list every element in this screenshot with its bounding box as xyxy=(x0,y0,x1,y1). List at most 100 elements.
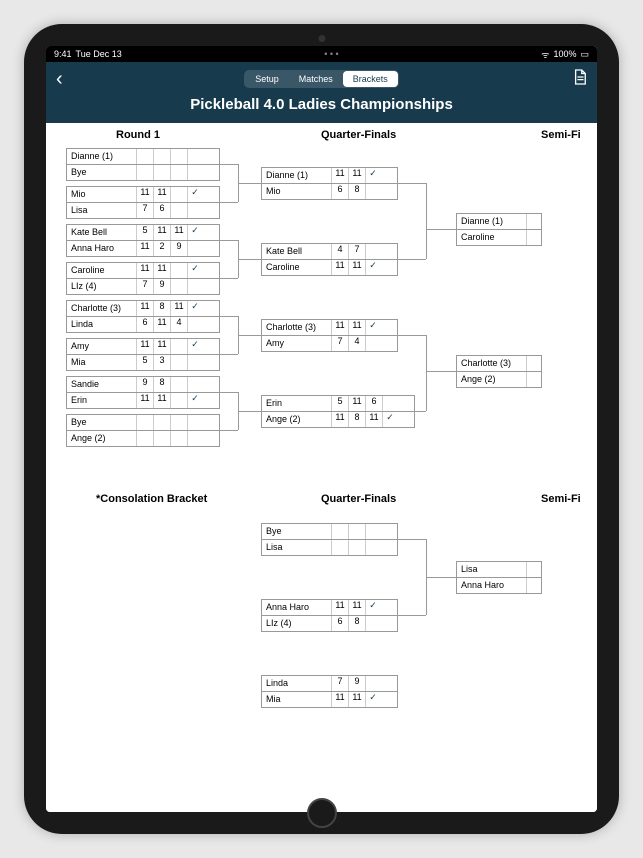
winner-check xyxy=(188,149,202,164)
column-round1: Round 1 xyxy=(116,129,160,141)
match-sf-2[interactable]: Charlotte (3)Ange (2) xyxy=(456,355,542,388)
score-cell: 11 xyxy=(332,412,349,427)
score-cell: 11 xyxy=(366,412,383,427)
battery-icon: ▭ xyxy=(580,49,589,60)
score-cell xyxy=(349,540,366,555)
player-name: Erin xyxy=(262,396,332,411)
match-r1-6[interactable]: Amy1111✓Mia53 xyxy=(66,338,220,371)
bracket-line xyxy=(238,335,261,336)
player-name: Anna Haro xyxy=(67,241,137,256)
score-cell xyxy=(171,339,188,354)
winner-check xyxy=(527,230,541,245)
score-cell: 11 xyxy=(332,260,349,275)
match-cons-qf-1[interactable]: ByeLisa xyxy=(261,523,398,556)
back-button[interactable]: ‹ xyxy=(56,68,76,91)
match-r1-3[interactable]: Kate Bell51111✓Anna Haro1129 xyxy=(66,224,220,257)
winner-check xyxy=(188,241,202,256)
winner-check xyxy=(366,540,380,555)
winner-check xyxy=(188,415,202,430)
score-cell: 11 xyxy=(137,263,154,278)
match-r1-7[interactable]: Sandie98Erin1111✓ xyxy=(66,376,220,409)
score-cell: 11 xyxy=(154,263,171,278)
bracket-line xyxy=(426,335,427,411)
player-name: Dianne (1) xyxy=(457,214,527,229)
score-cell: 11 xyxy=(332,320,349,335)
score-cell: 11 xyxy=(171,301,188,316)
match-r1-2[interactable]: Mio1111✓Lisa76 xyxy=(66,186,220,219)
winner-check xyxy=(366,616,380,631)
score-cell xyxy=(137,431,154,446)
winner-check xyxy=(366,244,380,259)
winner-check: ✓ xyxy=(188,225,202,240)
score-cell: 11 xyxy=(349,396,366,411)
match-r1-1[interactable]: Dianne (1)Bye xyxy=(66,148,220,181)
winner-check: ✓ xyxy=(366,600,380,615)
winner-check xyxy=(383,396,397,411)
winner-check xyxy=(527,372,541,387)
player-name: Linda xyxy=(67,317,137,332)
winner-check: ✓ xyxy=(188,301,202,316)
score-cell: 6 xyxy=(154,203,171,218)
bracket-line xyxy=(396,183,426,184)
column-semifinals: Semi-Fi xyxy=(541,129,581,141)
score-cell xyxy=(137,165,154,180)
player-name: LIz (4) xyxy=(262,616,332,631)
winner-check: ✓ xyxy=(383,412,397,427)
winner-check: ✓ xyxy=(366,320,380,335)
document-icon[interactable] xyxy=(567,69,587,90)
winner-check xyxy=(527,356,541,371)
camera xyxy=(318,35,325,42)
match-r1-4[interactable]: Caroline1111✓LIz (4)79 xyxy=(66,262,220,295)
tab-setup[interactable]: Setup xyxy=(245,71,289,87)
player-name: Dianne (1) xyxy=(67,149,137,164)
match-cons-sf-1[interactable]: LisaAnna Haro xyxy=(456,561,542,594)
player-name: Charlotte (3) xyxy=(457,356,527,371)
match-sf-1[interactable]: Dianne (1)Caroline xyxy=(456,213,542,246)
winner-check xyxy=(366,524,380,539)
match-qf-4[interactable]: Erin5116Ange (2)11811✓ xyxy=(261,395,415,428)
score-cell xyxy=(332,524,349,539)
match-qf-2[interactable]: Kate Bell47Caroline1111✓ xyxy=(261,243,398,276)
bracket-line xyxy=(218,202,238,203)
score-cell: 11 xyxy=(349,692,366,707)
score-cell: 9 xyxy=(154,279,171,294)
score-cell: 11 xyxy=(349,600,366,615)
score-cell: 6 xyxy=(332,184,349,199)
status-date: Tue Dec 13 xyxy=(76,49,122,59)
column-quarterfinals: Quarter-Finals xyxy=(321,129,396,141)
score-cell: 11 xyxy=(154,225,171,240)
match-cons-qf-3[interactable]: Linda79Mia1111✓ xyxy=(261,675,398,708)
match-r1-8[interactable]: ByeAnge (2) xyxy=(66,414,220,447)
match-cons-qf-2[interactable]: Anna Haro1111✓LIz (4)68 xyxy=(261,599,398,632)
winner-check: ✓ xyxy=(188,393,202,408)
winner-check: ✓ xyxy=(188,187,202,202)
score-cell: 5 xyxy=(137,225,154,240)
score-cell: 9 xyxy=(349,676,366,691)
winner-check xyxy=(366,184,380,199)
winner-check xyxy=(188,165,202,180)
match-qf-1[interactable]: Dianne (1)1111✓Mio68 xyxy=(261,167,398,200)
score-cell xyxy=(137,415,154,430)
score-cell: 6 xyxy=(366,396,383,411)
score-cell xyxy=(171,355,188,370)
score-cell xyxy=(171,165,188,180)
score-cell: 5 xyxy=(332,396,349,411)
bracket-line xyxy=(396,259,426,260)
bracket-content[interactable]: Round 1 Quarter-Finals Semi-Fi Dianne (1… xyxy=(46,123,597,812)
match-qf-3[interactable]: Charlotte (3)1111✓Amy74 xyxy=(261,319,398,352)
player-name: Charlotte (3) xyxy=(262,320,332,335)
tab-matches[interactable]: Matches xyxy=(289,71,343,87)
player-name: LIz (4) xyxy=(67,279,137,294)
tab-brackets[interactable]: Brackets xyxy=(343,71,398,87)
home-button[interactable] xyxy=(307,798,337,828)
bracket-line xyxy=(218,240,238,241)
player-name: Kate Bell xyxy=(262,244,332,259)
winner-check xyxy=(366,676,380,691)
player-name: Dianne (1) xyxy=(262,168,332,183)
score-cell: 11 xyxy=(137,393,154,408)
score-cell: 8 xyxy=(349,184,366,199)
tablet-frame: 9:41 Tue Dec 13 • • • ᯤ 100% ▭ ‹ Setup M… xyxy=(24,24,619,834)
score-cell: 3 xyxy=(154,355,171,370)
match-r1-5[interactable]: Charlotte (3)11811✓Linda6114 xyxy=(66,300,220,333)
score-cell xyxy=(332,540,349,555)
